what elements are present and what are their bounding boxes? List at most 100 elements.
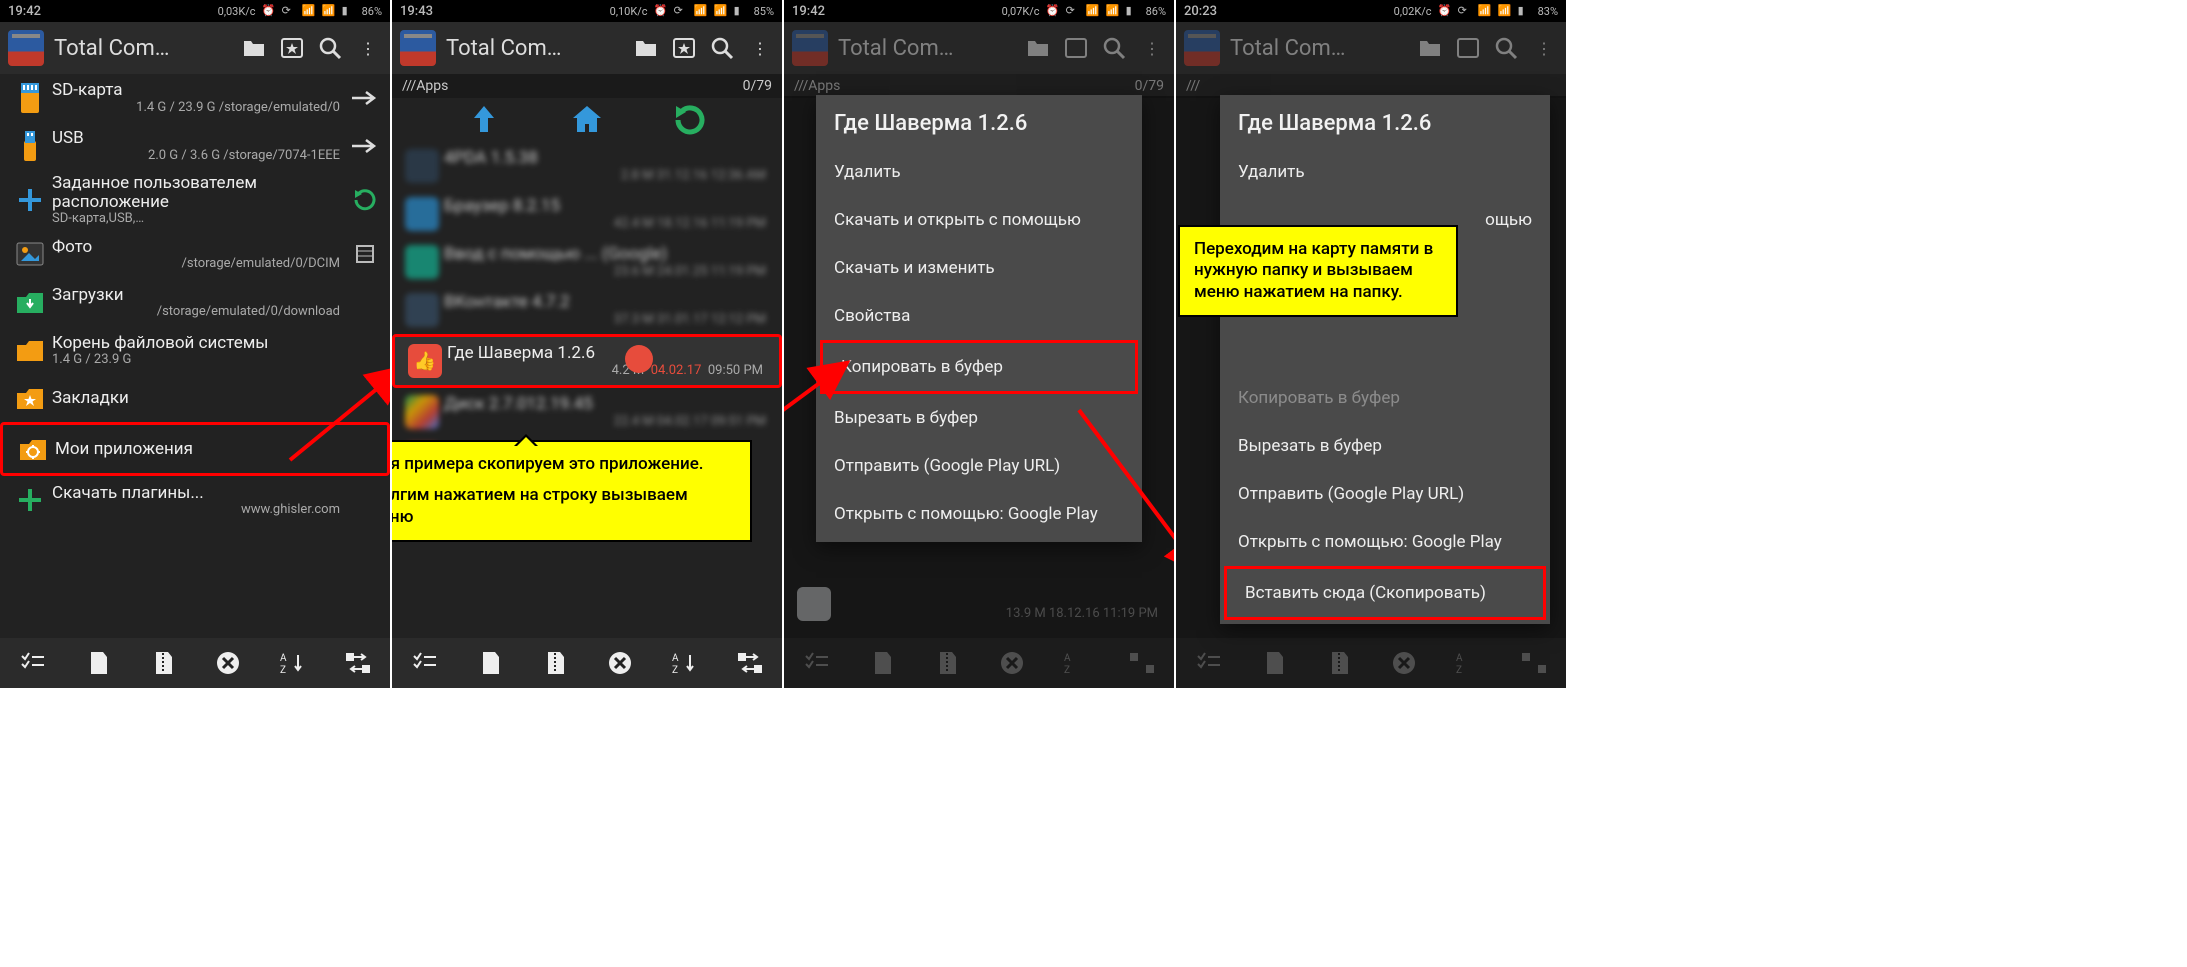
menu-item-paste[interactable]: Вставить сюда (Скопировать)	[1224, 566, 1546, 620]
list-item-title: Заданное пользователем расположение	[52, 174, 340, 211]
context-menu: Где Шаверма 1.2.6 Удалить Скачать и откр…	[816, 95, 1142, 542]
folder-icon[interactable]	[1024, 34, 1052, 62]
bookmark-folder-icon[interactable]	[1062, 34, 1090, 62]
select-icon[interactable]	[410, 648, 440, 678]
menu-item-cut[interactable]: Вырезать в буфер	[1220, 422, 1550, 470]
sort-icon[interactable]: AZ	[278, 648, 308, 678]
overflow-menu-icon[interactable]: ⋮	[1530, 34, 1558, 62]
list-item[interactable]: Загрузки/storage/emulated/0/download	[0, 278, 390, 326]
menu-item-open-with[interactable]: Открыть с помощью: Google Play	[816, 490, 1142, 538]
copy-icon[interactable]	[83, 648, 113, 678]
copy-icon[interactable]	[475, 648, 505, 678]
add-icon	[8, 480, 52, 520]
app-title: Total Com…	[54, 36, 230, 61]
callout-text: Переходим на карту памяти в нужную папку…	[1194, 239, 1442, 303]
go-arrow-icon[interactable]	[348, 136, 382, 156]
sync-icon: ⟳	[1066, 4, 1080, 18]
list-item[interactable]: Фото/storage/emulated/0/DCIM	[0, 230, 390, 278]
menu-item-cut[interactable]: Вырезать в буфер	[816, 394, 1142, 442]
bookmark-folder-icon[interactable]	[1454, 34, 1482, 62]
home-icon[interactable]	[569, 102, 605, 138]
list-item[interactable]: Скачать плагины...www.ghisler.com	[0, 476, 390, 524]
list-item[interactable]: Закладки	[0, 374, 390, 422]
menu-item-send[interactable]: Отправить (Google Play URL)	[1220, 470, 1550, 518]
history-icon[interactable]	[348, 243, 382, 265]
go-arrow-icon[interactable]	[348, 88, 382, 108]
app-header: Total Com… ⋮	[392, 22, 782, 74]
overflow-menu-icon[interactable]: ⋮	[1138, 34, 1166, 62]
menu-item-download-edit[interactable]: Скачать и изменить	[816, 244, 1142, 292]
search-icon[interactable]	[708, 34, 736, 62]
delete-icon[interactable]	[213, 648, 243, 678]
path-bar[interactable]: ///Apps 0/79	[392, 74, 782, 98]
status-bar: 19:42 0,07K/c ⏰ ⟳ 📶 📶 ▮ 86%	[784, 0, 1174, 22]
list-item[interactable]: USB2.0 G / 3.6 G /storage/7074-1EEE	[0, 122, 390, 170]
zip-icon[interactable]	[540, 648, 570, 678]
list-item[interactable]: Диск 2.7.012.19.4522.4 M 04.02.17 09:51 …	[392, 388, 782, 436]
list-item[interactable]: SD-карта1.4 G / 23.9 G /storage/emulated…	[0, 74, 390, 122]
touch-indicator-icon	[625, 345, 653, 373]
list-item[interactable]: Браузер 8.2.1542.4 M 18.12.16 11:19 PM	[392, 190, 782, 238]
home-list: SD-карта1.4 G / 23.9 G /storage/emulated…	[0, 74, 390, 524]
search-icon[interactable]	[316, 34, 344, 62]
menu-title: Где Шаверма 1.2.6	[816, 95, 1142, 148]
panel-2: 19:43 0,10K/c ⏰ ⟳ 📶 📶 ▮ 85% Total Com… ⋮…	[392, 0, 782, 688]
status-time: 19:42	[792, 4, 825, 19]
download-folder-icon	[8, 282, 52, 322]
menu-item-send[interactable]: Отправить (Google Play URL)	[816, 442, 1142, 490]
my-apps-row[interactable]: Мои приложения	[0, 422, 390, 476]
sort-icon[interactable]: AZ	[670, 648, 700, 678]
callout-text-1: Для примера скопируем это приложение.	[392, 454, 736, 475]
swap-icon[interactable]	[735, 648, 765, 678]
list-item-title: Корень файловой системы	[52, 334, 340, 353]
list-item[interactable]: 4PDA 1.5.382.8 M 31.12.16 12:36 AM	[392, 142, 782, 190]
list-item-title: Загрузки	[52, 286, 340, 305]
menu-item-delete[interactable]: Удалить	[1220, 148, 1550, 196]
selection-count: 0/79	[1135, 78, 1164, 94]
bookmark-folder-icon[interactable]	[670, 34, 698, 62]
overflow-menu-icon[interactable]: ⋮	[746, 34, 774, 62]
list-item[interactable]: Ввод с помощью ... (Google)23.6 M 24.01.…	[392, 238, 782, 286]
refresh-icon[interactable]	[672, 102, 708, 138]
target-app-row[interactable]: 👍 Где Шаверма 1.2.6 4.2 M 04.02.17 09:50…	[392, 334, 782, 388]
up-arrow-icon[interactable]	[466, 102, 502, 138]
search-icon[interactable]	[1492, 34, 1520, 62]
alarm-icon: ⏰	[654, 4, 668, 18]
folder-icon	[8, 330, 52, 370]
menu-item-download-open[interactable]: Скачать и открыть с помощью	[816, 196, 1142, 244]
select-icon[interactable]	[18, 648, 48, 678]
battery-icon: ▮	[1126, 4, 1140, 18]
app-logo-icon	[792, 30, 828, 66]
list-item-sub: 2.0 G / 3.6 G /storage/7074-1EEE	[52, 148, 340, 163]
usb-icon	[8, 126, 52, 166]
selection-count: 0/79	[743, 78, 772, 94]
menu-item-copy-partial[interactable]: Копировать в буфер	[1220, 374, 1550, 422]
sync-icon: ⟳	[674, 4, 688, 18]
list-item[interactable]: ВКонтакте 4.7.237.3 M 31.01.17 12:12 PM	[392, 286, 782, 334]
swap-icon[interactable]	[343, 648, 373, 678]
app-title: Total Com…	[1230, 36, 1406, 61]
folder-icon[interactable]	[240, 34, 268, 62]
delete-icon[interactable]	[605, 648, 635, 678]
signal-icon: 📶	[1106, 4, 1120, 18]
menu-item-delete[interactable]: Удалить	[816, 148, 1142, 196]
menu-item-properties[interactable]: Свойства	[816, 292, 1142, 340]
bookmark-folder-icon[interactable]	[278, 34, 306, 62]
sdcard-icon	[8, 78, 52, 118]
search-icon[interactable]	[1100, 34, 1128, 62]
folder-icon[interactable]	[1416, 34, 1444, 62]
zip-icon[interactable]	[148, 648, 178, 678]
menu-item-copy[interactable]: Копировать в буфер	[820, 340, 1138, 394]
list-item-sub: 1.4 G / 23.9 G	[52, 352, 340, 367]
bookmark-icon	[8, 378, 52, 418]
list-item[interactable]: Заданное пользователем расположениеSD-ка…	[0, 170, 390, 230]
app-header: Total Com… ⋮	[0, 22, 390, 74]
context-menu: Где Шаверма 1.2.6 Удалить ощью Копироват…	[1220, 95, 1550, 624]
refresh-icon[interactable]	[348, 187, 382, 213]
list-item[interactable]: Корень файловой системы1.4 G / 23.9 G	[0, 326, 390, 374]
folder-icon[interactable]	[632, 34, 660, 62]
overflow-menu-icon[interactable]: ⋮	[354, 34, 382, 62]
list-item-title: Скачать плагины...	[52, 484, 340, 503]
menu-item-open-with[interactable]: Открыть с помощью: Google Play	[1220, 518, 1550, 566]
list-item-sub: 1.4 G / 23.9 G /storage/emulated/0	[52, 100, 340, 115]
